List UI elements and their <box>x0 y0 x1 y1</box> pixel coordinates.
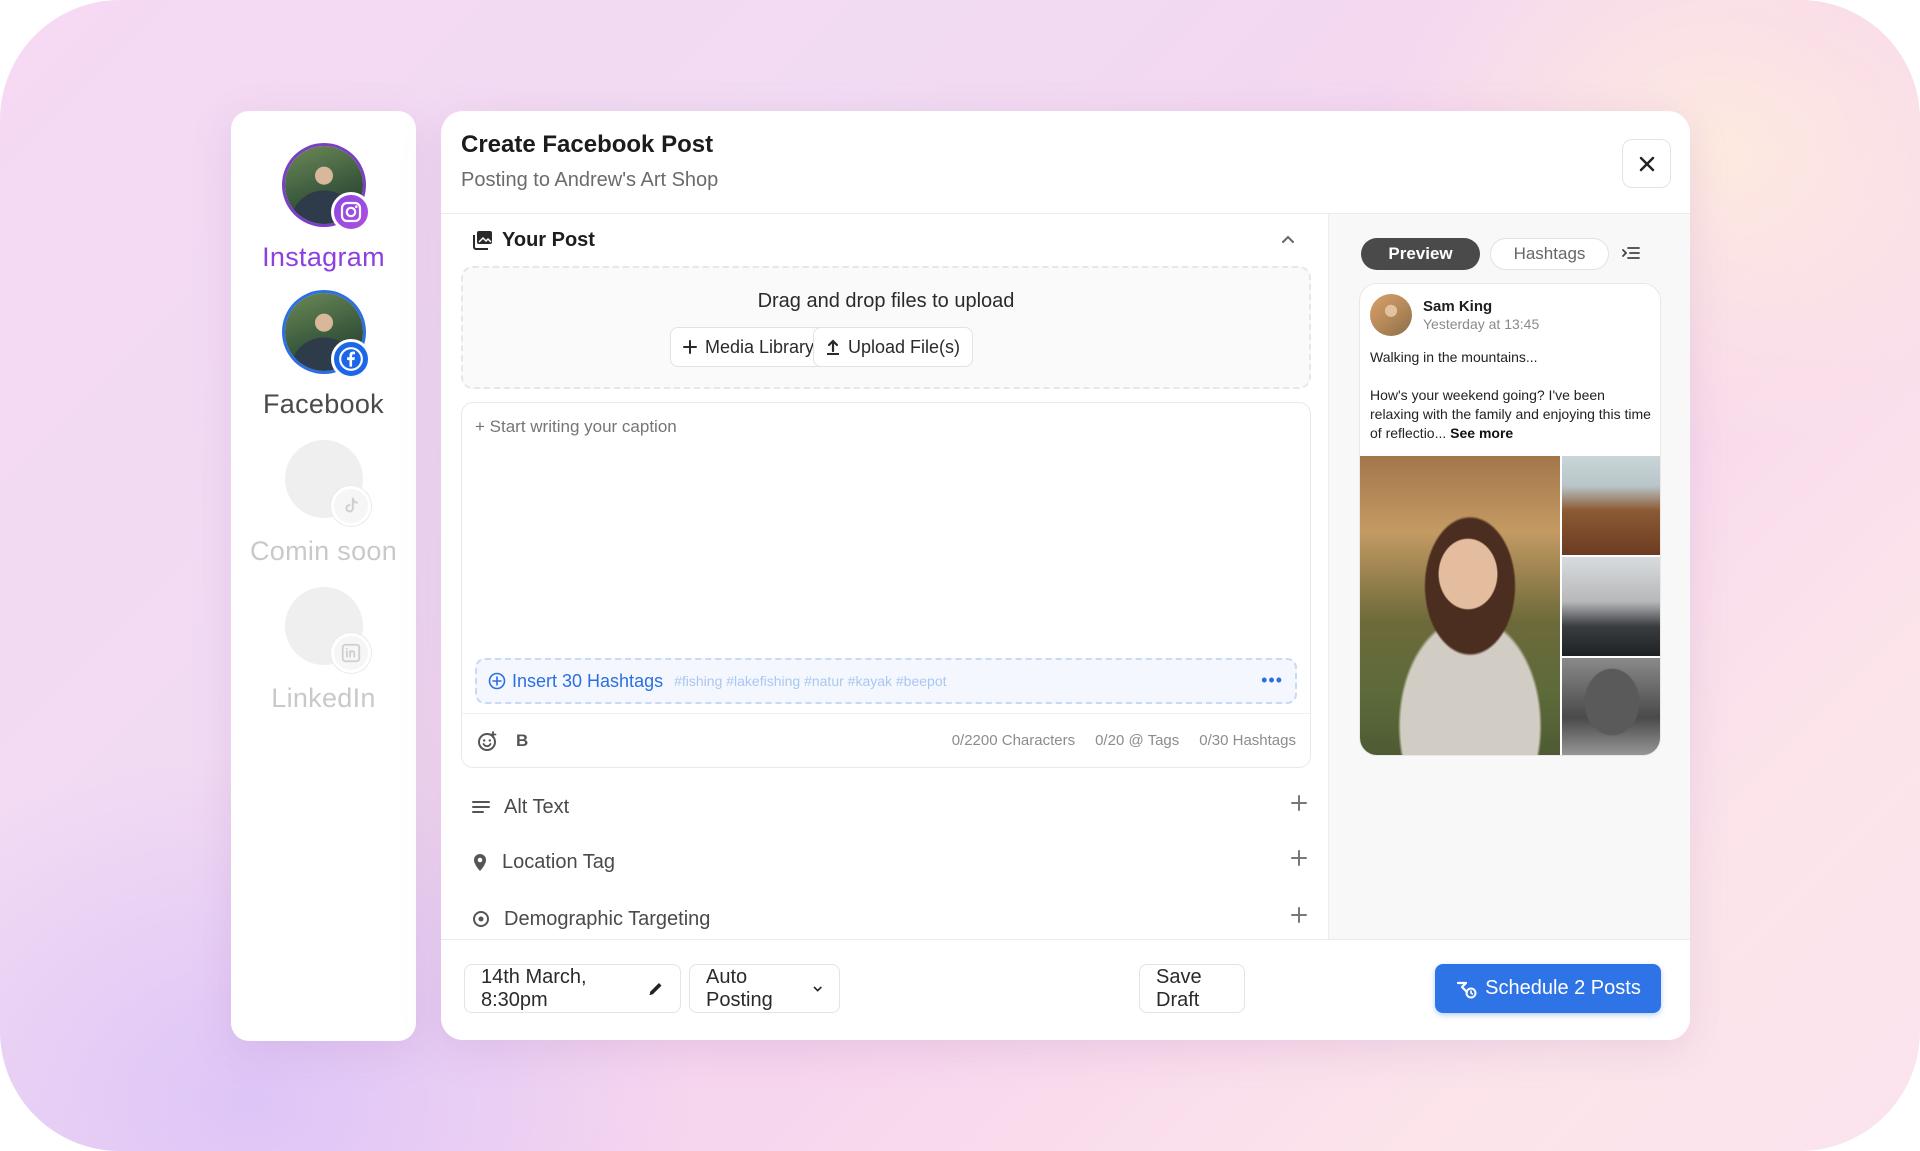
caption-input[interactable] <box>475 417 1275 437</box>
chevron-down-icon <box>813 986 822 992</box>
facebook-icon <box>330 339 371 379</box>
plus-icon[interactable] <box>1290 906 1308 924</box>
posting-mode-dropdown[interactable]: Auto Posting <box>689 964 840 1013</box>
close-icon <box>1639 156 1654 171</box>
instagram-icon <box>330 192 371 232</box>
save-draft-label: Save Draft <box>1156 965 1202 1011</box>
bold-button[interactable]: B <box>516 731 528 751</box>
account-label: Instagram <box>262 242 385 272</box>
post-preview-card: Sam King Yesterday at 13:45 Walking in t… <box>1359 283 1661 756</box>
schedule-date-button[interactable]: 14th March, 8:30pm <box>464 964 681 1013</box>
account-tiktok: Comin soon <box>231 440 416 587</box>
linkedin-icon <box>330 633 371 673</box>
alt-text-row[interactable]: Alt Text <box>472 792 1308 822</box>
pencil-icon <box>649 982 662 995</box>
post-editor-pane: Your Post Drag and drop files to upload … <box>441 214 1329 939</box>
demographic-targeting-row[interactable]: Demographic Targeting <box>472 904 1308 934</box>
media-library-button[interactable]: Media Library <box>670 327 828 367</box>
modal-footer: 14th March, 8:30pm Auto Posting Save Dra… <box>441 939 1690 1040</box>
upload-icon <box>827 339 839 355</box>
account-label: Facebook <box>263 389 384 419</box>
schedule-posts-label: Schedule 2 Posts <box>1485 977 1641 999</box>
upload-dropzone[interactable]: Drag and drop files to upload Media Libr… <box>461 266 1311 389</box>
avatar <box>1370 294 1412 336</box>
media-library-label: Media Library <box>705 336 815 357</box>
alt-text-label: Alt Text <box>504 795 570 818</box>
tags-count: 0/20 @ Tags <box>1095 732 1180 749</box>
emoji-icon[interactable] <box>476 730 498 752</box>
section-label: Your Post <box>502 228 595 251</box>
accounts-sidebar: Instagram Facebook Comin soon LinkedIn <box>231 111 416 1041</box>
plus-icon <box>683 340 697 354</box>
account-instagram[interactable]: Instagram <box>231 146 416 293</box>
preview-line-1: Walking in the mountains... <box>1370 349 1538 365</box>
preview-photo-main <box>1360 456 1560 755</box>
preview-line-2: How's your weekend going? I've been rela… <box>1370 386 1654 443</box>
plus-icon[interactable] <box>1290 849 1308 867</box>
posting-mode-label: Auto Posting <box>706 965 773 1011</box>
modal-header: Create Facebook Post Posting to Andrew's… <box>441 111 1690 214</box>
list-indent-icon[interactable] <box>1621 244 1641 262</box>
your-post-section-header[interactable]: Your Post <box>441 214 1328 266</box>
preview-photo-thumb <box>1562 658 1660 755</box>
upload-files-label: Upload File(s) <box>848 336 961 357</box>
plus-circle-icon <box>488 672 506 690</box>
avatar <box>284 440 371 526</box>
save-draft-button[interactable]: Save Draft <box>1139 964 1245 1013</box>
create-post-modal: Create Facebook Post Posting to Andrew's… <box>441 111 1690 1040</box>
page-title: Create Facebook Post <box>461 131 714 158</box>
preview-photo-thumb <box>1562 456 1660 555</box>
post-counters: 0/2200 Characters 0/20 @ Tags 0/30 Hasht… <box>952 732 1296 749</box>
avatar <box>284 293 371 379</box>
image-stack-icon <box>473 231 492 250</box>
upload-files-button[interactable]: Upload File(s) <box>813 327 974 367</box>
target-icon <box>473 911 489 927</box>
plus-icon[interactable] <box>1290 794 1308 812</box>
caption-editor: Insert 30 Hashtags #fishing #lakefishing… <box>461 402 1311 768</box>
editor-toolbar: B 0/2200 Characters 0/20 @ Tags 0/30 Has… <box>462 713 1310 767</box>
more-options-button[interactable]: ••• <box>1261 670 1283 691</box>
location-tag-row[interactable]: Location Tag <box>472 847 1308 877</box>
schedule-posts-button[interactable]: Schedule 2 Posts <box>1435 964 1661 1013</box>
hashtag-suggestions: #fishing #lakefishing #natur #kayak #bee… <box>674 673 947 689</box>
account-label: Comin soon <box>249 536 398 566</box>
hashtags-count: 0/30 Hashtags <box>1199 732 1296 749</box>
location-pin-icon <box>474 854 486 871</box>
tab-hashtags[interactable]: Hashtags <box>1490 238 1609 270</box>
tiktok-icon <box>330 486 371 526</box>
schedule-date-label: 14th March, 8:30pm <box>481 965 587 1011</box>
chevron-up-icon[interactable] <box>1278 230 1298 250</box>
close-button[interactable] <box>1622 139 1671 188</box>
location-tag-label: Location Tag <box>502 850 616 873</box>
dropzone-text: Drag and drop files to upload <box>757 290 1015 312</box>
account-facebook[interactable]: Facebook <box>231 293 416 440</box>
account-label: LinkedIn <box>271 683 376 713</box>
demographic-targeting-label: Demographic Targeting <box>504 907 711 930</box>
see-more-link[interactable]: See more <box>1450 425 1513 441</box>
avatar <box>284 146 371 232</box>
preview-photo-thumb <box>1562 557 1660 656</box>
lines-icon <box>472 801 490 813</box>
avatar <box>284 587 371 673</box>
schedule-icon <box>1457 981 1477 998</box>
insert-hashtags-bar[interactable]: Insert 30 Hashtags #fishing #lakefishing… <box>475 658 1297 704</box>
tab-preview[interactable]: Preview <box>1361 238 1480 270</box>
preview-user-name: Sam King <box>1423 298 1493 315</box>
account-linkedin: LinkedIn <box>231 587 416 734</box>
preview-pane: Preview Hashtags Sam King Yesterday at 1… <box>1329 214 1690 939</box>
preview-timestamp: Yesterday at 13:45 <box>1423 316 1540 332</box>
insert-hashtags-label: Insert 30 Hashtags <box>512 670 664 691</box>
characters-count: 0/2200 Characters <box>951 732 1076 749</box>
preview-caption: Walking in the mountains... How's your w… <box>1370 348 1654 443</box>
page-subtitle: Posting to Andrew's Art Shop <box>461 169 719 191</box>
